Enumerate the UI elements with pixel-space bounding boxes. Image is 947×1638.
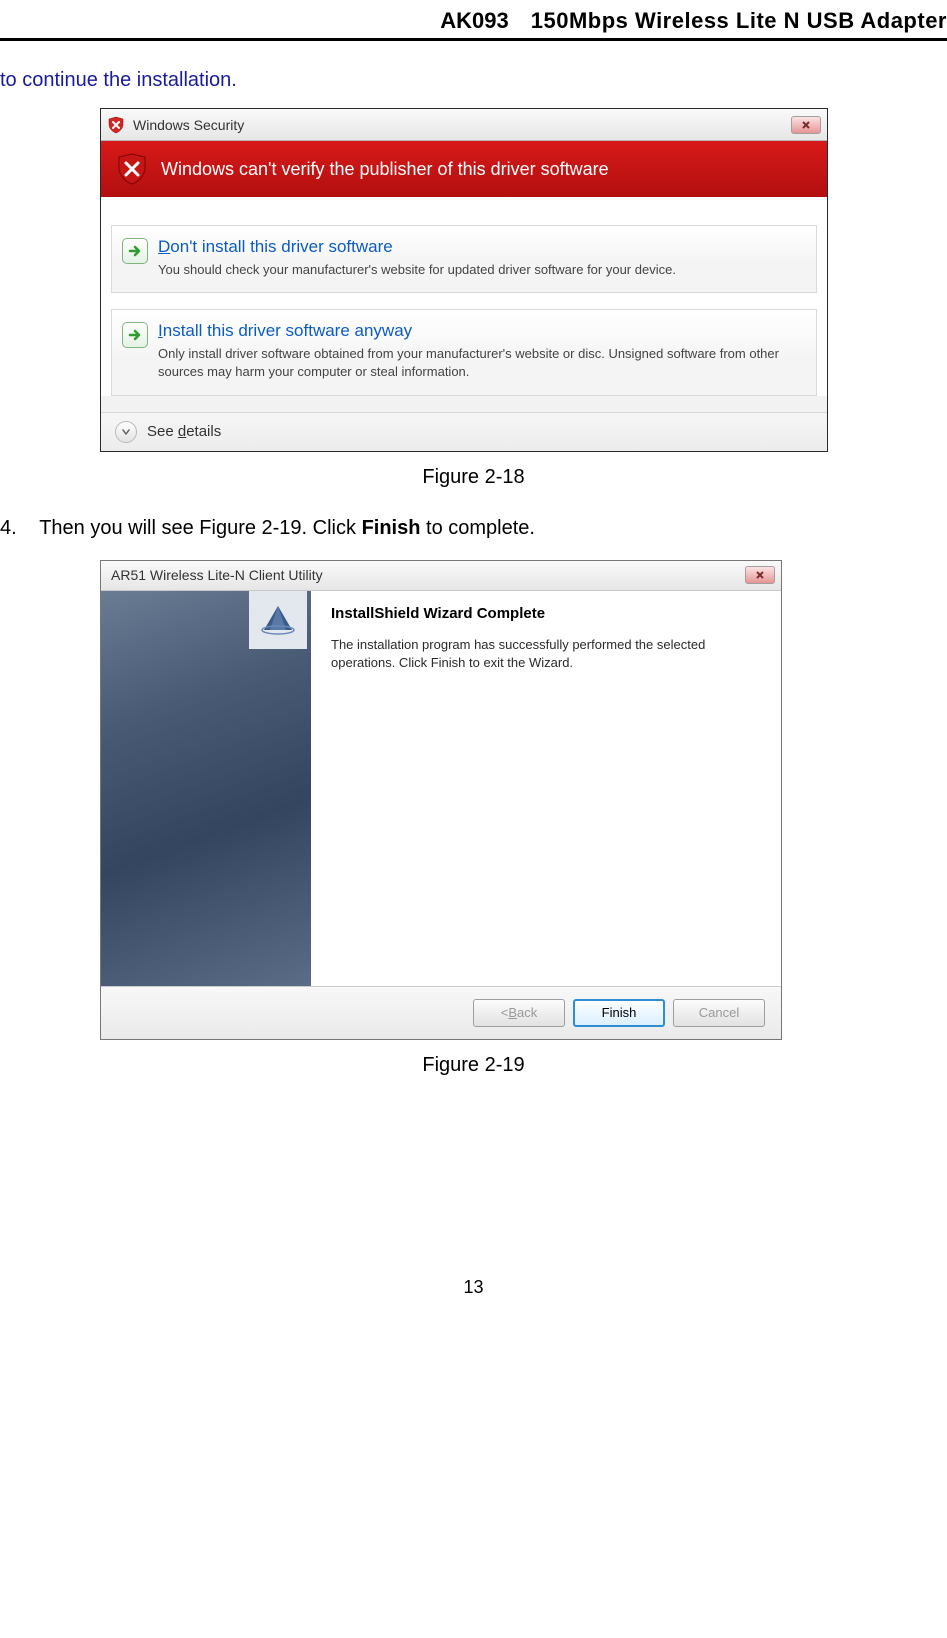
close-icon	[801, 120, 811, 130]
see-details-label: See details	[147, 423, 221, 440]
installshield-dialog: AR51 Wireless Lite-N Client Utility Ins	[100, 560, 782, 1040]
dialog1-title: Windows Security	[133, 117, 791, 133]
cancel-button[interactable]: Cancel	[673, 999, 765, 1027]
see-details-row[interactable]: See details	[101, 412, 827, 451]
figure-caption-1: Figure 2-18	[0, 466, 947, 489]
titlebar: AR51 Wireless Lite-N Client Utility	[101, 561, 781, 591]
wizard-desc: The installation program has successfull…	[331, 636, 761, 674]
windows-security-dialog: Windows Security Windows can't verify th…	[100, 108, 828, 452]
warning-banner: Windows can't verify the publisher of th…	[101, 141, 827, 197]
shield-x-icon	[107, 116, 125, 134]
shield-icon	[115, 152, 149, 186]
wizard-side-panel	[101, 591, 311, 986]
arrow-right-icon	[122, 322, 148, 348]
page-header: AK093 150Mbps Wireless Lite N USB Adapte…	[0, 0, 947, 41]
option1-desc: You should check your manufacturer's web…	[158, 261, 676, 279]
finish-button[interactable]: Finish	[573, 999, 665, 1027]
option-install-anyway[interactable]: Install this driver software anyway Only…	[111, 309, 817, 395]
banner-text: Windows can't verify the publisher of th…	[161, 159, 609, 180]
arrow-right-icon	[122, 238, 148, 264]
wizard-footer: < Back Finish Cancel	[101, 986, 781, 1039]
close-icon	[755, 570, 765, 580]
option2-desc: Only install driver software obtained fr…	[158, 345, 802, 380]
page-number: 13	[0, 1277, 947, 1318]
dialog2-title: AR51 Wireless Lite-N Client Utility	[111, 567, 745, 583]
installshield-logo-icon	[249, 591, 307, 649]
step-4-text: 4. Then you will see Figure 2-19. Click …	[0, 517, 947, 540]
option2-title: Install this driver software anyway	[158, 320, 802, 343]
option-dont-install[interactable]: Don't install this driver software You s…	[111, 225, 817, 293]
intro-text: to continue the installation.	[0, 69, 947, 92]
back-button[interactable]: < Back	[473, 999, 565, 1027]
option1-title: Don't install this driver software	[158, 236, 676, 259]
titlebar: Windows Security	[101, 109, 827, 141]
wizard-heading: InstallShield Wizard Complete	[331, 605, 761, 622]
chevron-down-icon	[115, 421, 137, 443]
close-button[interactable]	[791, 116, 821, 134]
header-product: 150Mbps Wireless Lite N USB Adapter	[531, 8, 947, 34]
header-code: AK093	[440, 8, 508, 34]
close-button[interactable]	[745, 566, 775, 584]
figure-caption-2: Figure 2-19	[0, 1054, 947, 1077]
